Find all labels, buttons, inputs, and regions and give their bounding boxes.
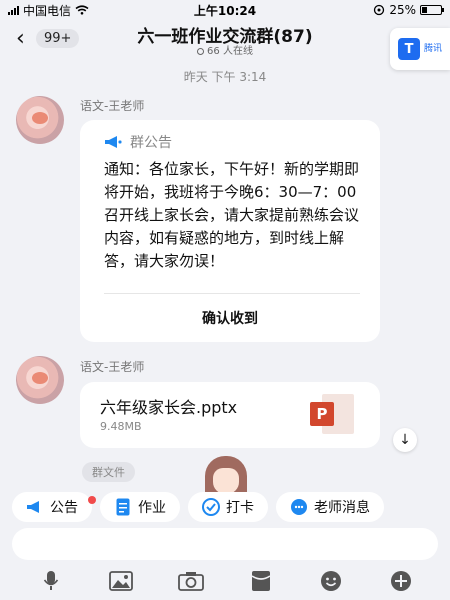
image-icon[interactable] bbox=[108, 568, 134, 594]
chip-label: 作业 bbox=[138, 500, 166, 516]
plus-icon[interactable] bbox=[388, 568, 414, 594]
quick-action-bar: 公告 作业 打卡 老师消息 bbox=[0, 490, 450, 524]
megaphone-icon bbox=[26, 498, 44, 516]
document-icon bbox=[114, 498, 132, 516]
online-count: 66 人在线 bbox=[0, 42, 450, 57]
group-notice-card[interactable]: 群公告 通知：各位家长，下午好！新的学期即将开始，我班将于今晚6：30—7：00… bbox=[80, 120, 380, 342]
megaphone-icon bbox=[105, 136, 122, 148]
status-bar: 中国电信 上午10:24 25% bbox=[0, 0, 450, 20]
divider bbox=[104, 293, 360, 294]
sticker-avatar[interactable] bbox=[203, 454, 249, 494]
chip-label: 老师消息 bbox=[314, 500, 370, 516]
online-dot-icon bbox=[197, 48, 205, 55]
red-packet-icon[interactable] bbox=[248, 568, 274, 594]
emoji-icon[interactable] bbox=[318, 568, 344, 594]
check-circle-icon bbox=[202, 498, 220, 516]
input-toolbar bbox=[0, 566, 450, 596]
group-file-tag[interactable]: 群文件 bbox=[82, 462, 135, 482]
confirm-received-button[interactable]: 确认收到 bbox=[80, 308, 380, 328]
file-name: 六年级家长会.pptx bbox=[100, 398, 238, 417]
sender-name: 语文-王老师 bbox=[80, 360, 145, 374]
homework-chip[interactable]: 作业 bbox=[100, 492, 180, 522]
notice-chip[interactable]: 公告 bbox=[12, 492, 96, 522]
teacher-message-chip[interactable]: 老师消息 bbox=[276, 492, 384, 522]
tencent-docs-logo-icon: T bbox=[398, 38, 420, 60]
pptx-file-icon: P bbox=[310, 394, 354, 434]
sender-name: 语文-王老师 bbox=[80, 99, 145, 113]
notice-label: 群公告 bbox=[130, 135, 172, 151]
tencent-floating-widget[interactable]: T 腾讯 bbox=[390, 28, 450, 70]
sender-avatar[interactable] bbox=[16, 356, 64, 404]
notification-dot bbox=[88, 496, 96, 504]
battery-percent: 25% bbox=[389, 3, 416, 17]
chat-header: ‹ 99+ 六一班作业交流群(87) 66 人在线 bbox=[0, 20, 450, 58]
online-count-label: 66 人在线 bbox=[207, 46, 253, 57]
sender-avatar[interactable] bbox=[16, 96, 64, 144]
camera-icon[interactable] bbox=[178, 568, 204, 594]
checkin-chip[interactable]: 打卡 bbox=[188, 492, 268, 522]
carrier-label: 中国电信 bbox=[23, 3, 72, 18]
float-widget-name: 腾讯 bbox=[424, 43, 443, 54]
scroll-to-bottom-button[interactable]: ↓ bbox=[393, 428, 417, 452]
message-input[interactable] bbox=[12, 528, 438, 560]
wifi-icon bbox=[75, 5, 89, 15]
message-timestamp: 昨天 下午 3:14 bbox=[183, 70, 267, 84]
screen-lock-icon bbox=[374, 4, 385, 16]
chat-bubble-icon bbox=[290, 498, 308, 516]
microphone-icon[interactable] bbox=[38, 568, 64, 594]
file-message-card[interactable]: 六年级家长会.pptx 9.48MB P bbox=[80, 382, 380, 448]
file-size: 9.48MB bbox=[100, 420, 142, 433]
chip-label: 公告 bbox=[50, 500, 78, 516]
notice-body: 通知：各位家长，下午好！新的学期即将开始，我班将于今晚6：30—7：00召开线上… bbox=[104, 160, 360, 270]
chip-label: 打卡 bbox=[226, 500, 254, 516]
signal-icon bbox=[8, 5, 19, 15]
battery-icon bbox=[420, 5, 444, 15]
